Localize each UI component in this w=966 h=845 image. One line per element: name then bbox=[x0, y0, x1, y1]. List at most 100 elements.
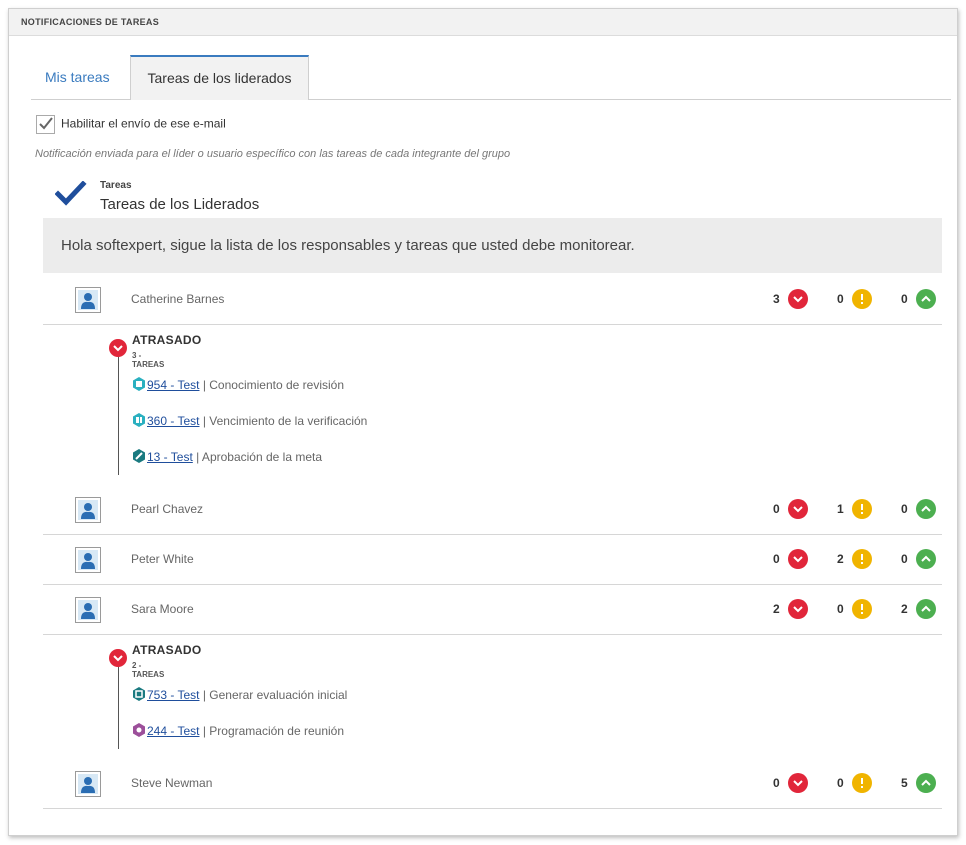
task-desc: | Vencimiento de la verificación bbox=[199, 414, 368, 428]
late-detail-badge[interactable] bbox=[109, 339, 127, 357]
detail-count: 3 - TAREAS bbox=[132, 351, 165, 369]
greeting-banner: Hola softexpert, sigue la lista de los r… bbox=[43, 218, 942, 273]
avatar bbox=[75, 287, 101, 313]
exclamation-icon bbox=[861, 604, 863, 614]
warning-badge[interactable] bbox=[852, 599, 872, 619]
warning-badge[interactable] bbox=[852, 499, 872, 519]
chevron-down-icon bbox=[793, 606, 803, 613]
late-count: 3 bbox=[773, 292, 780, 306]
user-icon bbox=[78, 600, 98, 620]
warning-count: 0 bbox=[837, 776, 844, 790]
task-item: 954 - Test | Conocimiento de revisión bbox=[132, 377, 344, 392]
person-row: Pearl Chavez 0 1 0 bbox=[43, 485, 942, 535]
user-icon bbox=[78, 500, 98, 520]
avatar bbox=[75, 547, 101, 573]
person-row: Catherine Barnes 3 0 0 bbox=[43, 275, 942, 325]
warning-badge[interactable] bbox=[852, 289, 872, 309]
task-link[interactable]: 13 - Test bbox=[147, 450, 193, 464]
detail-line bbox=[118, 355, 119, 475]
chevron-up-icon bbox=[921, 295, 931, 302]
ontime-badge[interactable] bbox=[916, 499, 936, 519]
warning-count: 0 bbox=[837, 292, 844, 306]
goal-icon bbox=[133, 449, 145, 463]
late-badge[interactable] bbox=[788, 773, 808, 793]
task-item: 360 - Test | Vencimiento de la verificac… bbox=[132, 413, 367, 428]
task-link[interactable]: 753 - Test bbox=[147, 688, 199, 702]
chevron-down-icon bbox=[113, 655, 123, 662]
chevron-up-icon bbox=[921, 779, 931, 786]
meeting-icon bbox=[133, 723, 145, 737]
checkmark-icon bbox=[39, 117, 53, 130]
late-detail-badge[interactable] bbox=[109, 649, 127, 667]
detail-status: ATRASADO bbox=[132, 643, 202, 657]
notification-panel: NOTIFICACIONES DE TAREAS Mis tareas Tare… bbox=[8, 8, 958, 836]
ontime-count: 2 bbox=[901, 602, 908, 616]
enable-email-checkbox[interactable] bbox=[36, 115, 55, 134]
detail-count: 2 - TAREAS bbox=[132, 661, 165, 679]
chevron-down-icon bbox=[793, 780, 803, 787]
late-badge[interactable] bbox=[788, 499, 808, 519]
exclamation-icon bbox=[861, 554, 863, 564]
ontime-badge[interactable] bbox=[916, 289, 936, 309]
chevron-down-icon bbox=[793, 296, 803, 303]
task-item: 753 - Test | Generar evaluación inicial bbox=[132, 687, 347, 702]
late-badge[interactable] bbox=[788, 599, 808, 619]
tab-bar: Mis tareas Tareas de los liderados bbox=[31, 55, 951, 100]
task-link[interactable]: 360 - Test bbox=[147, 414, 199, 428]
exclamation-icon bbox=[861, 778, 863, 788]
late-count: 0 bbox=[773, 502, 780, 516]
late-badge[interactable] bbox=[788, 289, 808, 309]
chevron-down-icon bbox=[113, 345, 123, 352]
chevron-up-icon bbox=[921, 555, 931, 562]
detail-status: ATRASADO bbox=[132, 333, 202, 347]
task-desc: | Programación de reunión bbox=[199, 724, 345, 738]
chevron-up-icon bbox=[921, 505, 931, 512]
task-desc: | Generar evaluación inicial bbox=[199, 688, 348, 702]
person-name: Pearl Chavez bbox=[131, 502, 204, 516]
ontime-badge[interactable] bbox=[916, 773, 936, 793]
late-badge[interactable] bbox=[788, 549, 808, 569]
task-desc: | Aprobación de la meta bbox=[192, 450, 323, 464]
chevron-up-icon bbox=[921, 605, 931, 612]
task-link[interactable]: 244 - Test bbox=[147, 724, 199, 738]
notification-note: Notificación enviada para el líder o usu… bbox=[35, 148, 511, 160]
avatar bbox=[75, 497, 101, 523]
ontime-count: 0 bbox=[901, 502, 908, 516]
task-item: 244 - Test | Programación de reunión bbox=[132, 723, 344, 738]
late-count: 0 bbox=[773, 776, 780, 790]
user-icon bbox=[78, 550, 98, 570]
detail-line bbox=[118, 665, 119, 749]
person-row: Peter White 0 2 0 bbox=[43, 535, 942, 585]
verification-icon bbox=[133, 413, 145, 427]
task-link[interactable]: 954 - Test bbox=[147, 378, 199, 392]
evaluation-icon bbox=[133, 687, 145, 701]
warning-badge[interactable] bbox=[852, 549, 872, 569]
late-count: 2 bbox=[773, 602, 780, 616]
chevron-down-icon bbox=[793, 506, 803, 513]
person-row: Steve Newman 0 0 5 bbox=[43, 759, 942, 809]
warning-badge[interactable] bbox=[852, 773, 872, 793]
task-item: 13 - Test | Aprobación de la meta bbox=[132, 449, 322, 464]
person-name: Sara Moore bbox=[131, 602, 194, 616]
enable-email-label: Habilitar el envío de ese e-mail bbox=[61, 116, 226, 131]
person-row: Sara Moore 2 0 2 bbox=[43, 585, 942, 635]
exclamation-icon bbox=[861, 504, 863, 514]
person-name: Peter White bbox=[131, 552, 194, 566]
exclamation-icon bbox=[861, 294, 863, 304]
person-name: Steve Newman bbox=[131, 776, 213, 790]
ontime-badge[interactable] bbox=[916, 599, 936, 619]
ontime-count: 0 bbox=[901, 552, 908, 566]
warning-count: 1 bbox=[837, 502, 844, 516]
enable-email-row: Habilitar el envío de ese e-mail bbox=[36, 115, 226, 134]
tab-mis-tareas[interactable]: Mis tareas bbox=[45, 56, 110, 98]
user-icon bbox=[78, 290, 98, 310]
tab-tareas-liderados[interactable]: Tareas de los liderados bbox=[130, 55, 309, 100]
warning-count: 0 bbox=[837, 602, 844, 616]
avatar bbox=[75, 597, 101, 623]
user-icon bbox=[78, 774, 98, 794]
panel-title: NOTIFICACIONES DE TAREAS bbox=[9, 9, 957, 36]
late-count: 0 bbox=[773, 552, 780, 566]
ontime-count: 0 bbox=[901, 292, 908, 306]
ontime-badge[interactable] bbox=[916, 549, 936, 569]
ontime-count: 5 bbox=[901, 776, 908, 790]
